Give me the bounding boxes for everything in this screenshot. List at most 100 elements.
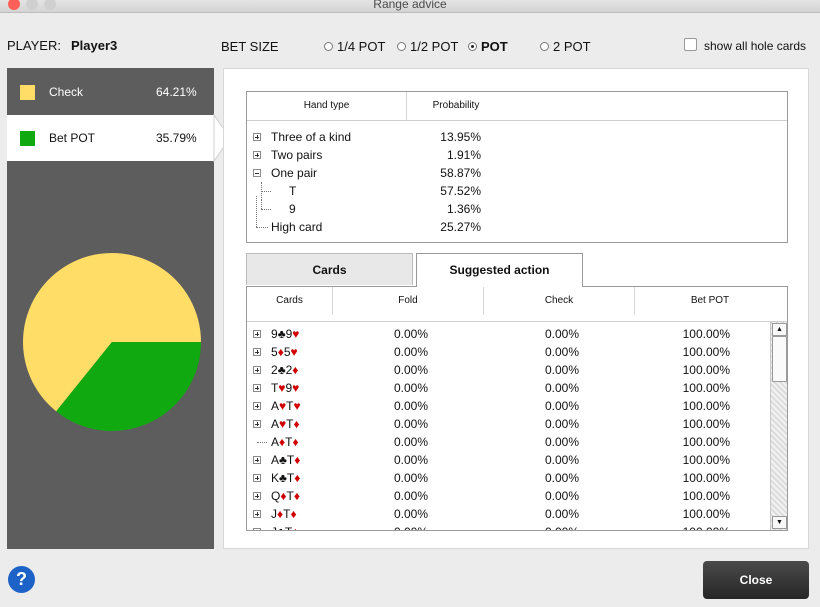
hand-cards: A♦T♦ xyxy=(271,433,299,451)
scroll-down-arrow-icon[interactable]: ▼ xyxy=(772,516,787,529)
help-icon[interactable]: ? xyxy=(8,566,35,593)
table-row[interactable]: A♥T♦ 0.00% 0.00% 100.00% xyxy=(247,415,769,433)
hand-cards: A♣T♦ xyxy=(271,451,300,469)
expand-plus-icon[interactable] xyxy=(253,474,261,482)
bet-value: 100.00% xyxy=(682,435,730,449)
check-value: 0.00% xyxy=(544,363,579,377)
fold-header[interactable]: Fold xyxy=(333,287,484,315)
action-option-check[interactable]: Check 64.21% xyxy=(7,69,214,115)
expand-plus-icon[interactable] xyxy=(253,402,261,410)
expand-plus-icon[interactable] xyxy=(253,384,261,392)
table-row[interactable]: J♦T♦ 0.00% 0.00% 100.00% xyxy=(247,505,769,523)
tree-line xyxy=(256,196,258,227)
check-value: 0.00% xyxy=(544,507,579,521)
expand-plus-icon[interactable] xyxy=(253,510,261,518)
fold-value: 0.00% xyxy=(393,327,428,341)
expand-plus-icon[interactable] xyxy=(253,456,261,464)
suit-icon: ♦ xyxy=(292,363,299,377)
table-row[interactable]: A♦T♦ 0.00% 0.00% 100.00% xyxy=(247,433,769,451)
table-row[interactable]: 9♣9♥ 0.00% 0.00% 100.00% xyxy=(247,325,769,343)
hand-row-three-of-a-kind[interactable]: Three of a kind 13.95% xyxy=(247,128,787,146)
table-row[interactable]: A♥T♥ 0.00% 0.00% 100.00% xyxy=(247,397,769,415)
check-color-swatch xyxy=(20,85,35,100)
suit-icon: ♦ xyxy=(294,453,301,467)
card-rank: 5 xyxy=(283,345,291,359)
bet-value: 100.00% xyxy=(682,399,730,413)
hand-row-one-pair[interactable]: One pair 58.87% xyxy=(247,164,787,182)
expand-plus-icon[interactable] xyxy=(253,528,261,530)
table-row[interactable]: A♣T♦ 0.00% 0.00% 100.00% xyxy=(247,451,769,469)
table-row[interactable]: 2♣2♦ 0.00% 0.00% 100.00% xyxy=(247,361,769,379)
table-row[interactable]: J♣T♦ 0.00% 0.00% 100.00% xyxy=(247,523,769,530)
player-label: PLAYER: xyxy=(7,38,61,53)
bet-option-half-pot[interactable]: 1/2 POT xyxy=(397,39,458,54)
tree-line xyxy=(257,442,267,444)
bet-pot-header[interactable]: Bet POT xyxy=(635,287,785,315)
bet-color-swatch xyxy=(20,131,35,146)
hand-cards: T♥9♥ xyxy=(271,379,299,397)
cards-header[interactable]: Cards xyxy=(247,287,333,315)
expand-plus-icon[interactable] xyxy=(253,151,261,159)
hand-row-two-pairs[interactable]: Two pairs 1.91% xyxy=(247,146,787,164)
bet-value: 100.00% xyxy=(682,327,730,341)
suit-icon: ♣ xyxy=(279,471,287,485)
expand-plus-icon[interactable] xyxy=(253,330,261,338)
card-rank: K xyxy=(271,471,280,485)
fold-value: 0.00% xyxy=(393,453,428,467)
hand-cards: A♥T♦ xyxy=(271,415,300,433)
tab-suggested-action[interactable]: Suggested action xyxy=(416,253,583,287)
suit-icon: ♥ xyxy=(293,399,301,413)
title-bar: Range advice xyxy=(0,0,820,13)
table-row[interactable]: T♥9♥ 0.00% 0.00% 100.00% xyxy=(247,379,769,397)
expand-plus-icon[interactable] xyxy=(253,133,261,141)
hand-type-header[interactable]: Hand type xyxy=(247,92,407,120)
bet-value: 100.00% xyxy=(682,453,730,467)
fold-value: 0.00% xyxy=(393,417,428,431)
hand-row-high-card[interactable]: High card 25.27% xyxy=(247,196,787,236)
card-rank: 9 xyxy=(271,327,278,341)
check-value: 0.00% xyxy=(544,489,579,503)
hand-row-pair-t[interactable]: T 57.52% xyxy=(247,182,787,200)
bet-value: 100.00% xyxy=(682,381,730,395)
scrollbar[interactable]: ▲ ▼ xyxy=(770,322,787,530)
tab-cards[interactable]: Cards xyxy=(246,253,413,285)
suit-icon: ♥ xyxy=(292,381,300,395)
bet-option-quarter-pot[interactable]: 1/4 POT xyxy=(324,39,385,54)
check-value: 0.00% xyxy=(544,327,579,341)
fold-value: 0.00% xyxy=(393,435,428,449)
suit-icon: ♣ xyxy=(277,327,286,341)
main-panel: Hand type Probability Three of a kind 13… xyxy=(223,68,809,549)
expand-plus-icon[interactable] xyxy=(253,366,261,374)
close-button[interactable]: Close xyxy=(703,561,809,599)
card-rank: 2 xyxy=(271,363,278,377)
bet-size-label: BET SIZE xyxy=(221,39,279,54)
bet-option-2-pot[interactable]: 2 POT xyxy=(540,39,591,54)
table-row[interactable]: K♣T♦ 0.00% 0.00% 100.00% xyxy=(247,469,769,487)
probability-header[interactable]: Probability xyxy=(407,92,505,120)
table-row[interactable]: Q♦T♦ 0.00% 0.00% 100.00% xyxy=(247,487,769,505)
suit-icon: ♦ xyxy=(293,417,300,431)
bet-value: 100.00% xyxy=(682,489,730,503)
scrollbar-thumb[interactable] xyxy=(772,336,787,382)
collapse-minus-icon[interactable] xyxy=(253,169,261,177)
scroll-up-arrow-icon[interactable]: ▲ xyxy=(772,323,787,336)
check-value: 0.00% xyxy=(544,435,579,449)
card-rank: Q xyxy=(271,489,281,503)
show-all-hole-cards-checkbox[interactable] xyxy=(684,38,697,54)
action-pie-chart xyxy=(22,253,201,431)
hand-row-pair-9[interactable]: 9 1.36% xyxy=(247,200,787,218)
action-option-bet-pot[interactable]: Bet POT 35.79% xyxy=(7,115,214,161)
hand-type-table: Hand type Probability Three of a kind 13… xyxy=(246,91,788,243)
suit-icon: ♦ xyxy=(292,435,299,449)
suit-icon: ♦ xyxy=(292,525,298,530)
expand-plus-icon[interactable] xyxy=(253,492,261,500)
check-header[interactable]: Check xyxy=(484,287,635,315)
suit-icon: ♣ xyxy=(277,363,286,377)
bet-option-pot[interactable]: POT xyxy=(468,39,508,54)
bet-value: 100.00% xyxy=(682,417,730,431)
expand-plus-icon[interactable] xyxy=(253,348,261,356)
check-value: 0.00% xyxy=(544,417,579,431)
table-row[interactable]: 5♦5♥ 0.00% 0.00% 100.00% xyxy=(247,343,769,361)
expand-plus-icon[interactable] xyxy=(253,420,261,428)
fold-value: 0.00% xyxy=(333,523,428,530)
